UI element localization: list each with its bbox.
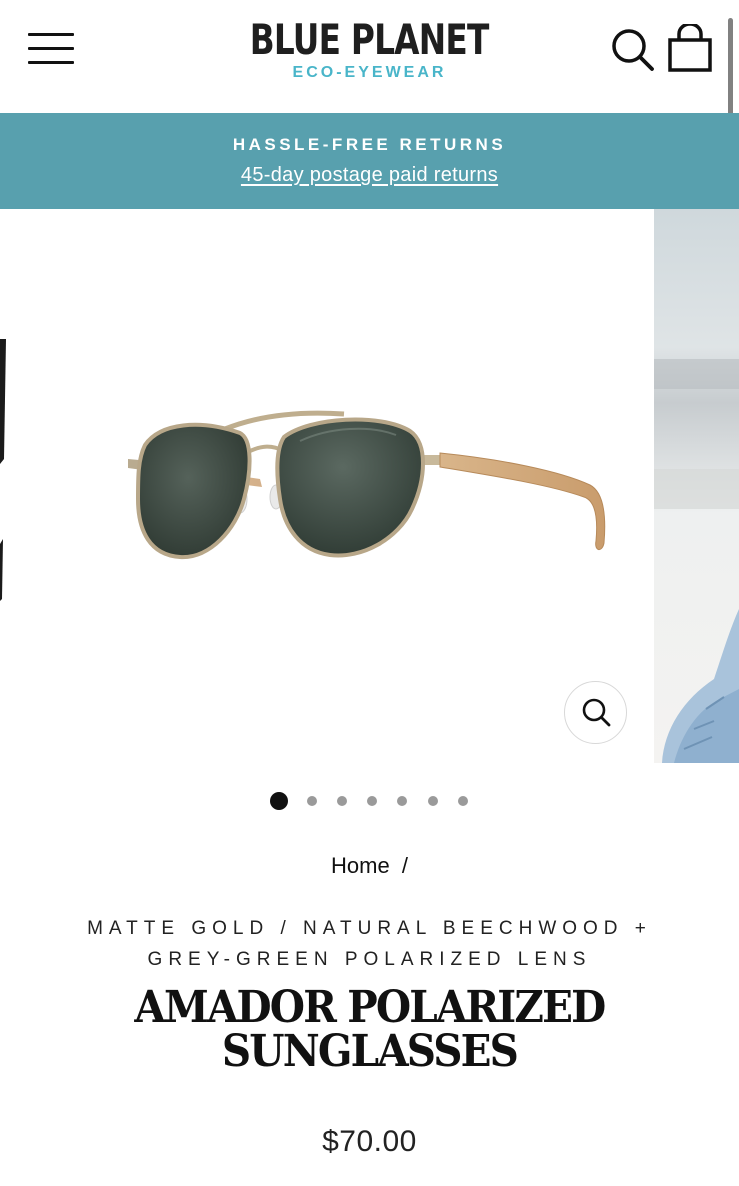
product-image-gallery[interactable]: [0, 209, 739, 765]
gallery-dot-3[interactable]: [337, 796, 347, 806]
zoom-button[interactable]: [564, 681, 627, 744]
next-slide-peek[interactable]: [654, 209, 739, 763]
product-price: $70.00: [322, 1125, 417, 1158]
gallery-dot-5[interactable]: [397, 796, 407, 806]
site-header: BLUE PLANET ECO-EYEWEAR: [0, 0, 739, 201]
product-page: BLUE PLANET ECO-EYEWEAR HASSLE-FREE RETU…: [0, 0, 739, 1186]
product-title-line-2: SUNGLASSES: [221, 1026, 519, 1077]
logo-wordmark: BLUE PLANET: [250, 15, 490, 64]
announcement-title: HASSLE-FREE RETURNS: [232, 135, 507, 154]
product-variant: MATTE GOLD / NATURAL BEECHWOOD + GREY-GR…: [87, 918, 652, 970]
search-icon[interactable]: [608, 26, 656, 74]
product-title: AMADOR POLARIZED SUNGLASSES: [0, 986, 739, 1074]
gallery-dot-7[interactable]: [458, 796, 468, 806]
gallery-dot-2[interactable]: [307, 796, 317, 806]
sunglasses-product-image[interactable]: [0, 209, 654, 765]
magnifier-zoom-icon: [582, 698, 611, 727]
gallery-dot-4[interactable]: [367, 796, 377, 806]
announcement-bar: HASSLE-FREE RETURNS 45-day postage paid …: [0, 113, 739, 209]
breadcrumb: Home /: [0, 853, 739, 879]
gallery-dot-6[interactable]: [428, 796, 438, 806]
breadcrumb-separator: /: [401, 853, 408, 878]
shopping-bag-icon[interactable]: [666, 22, 714, 74]
gallery-dot-1[interactable]: [270, 792, 288, 810]
product-title-line-1: AMADOR POLARIZED: [134, 982, 607, 1033]
breadcrumb-home-link[interactable]: Home: [331, 853, 390, 878]
returns-link[interactable]: 45-day postage paid returns: [0, 164, 739, 187]
